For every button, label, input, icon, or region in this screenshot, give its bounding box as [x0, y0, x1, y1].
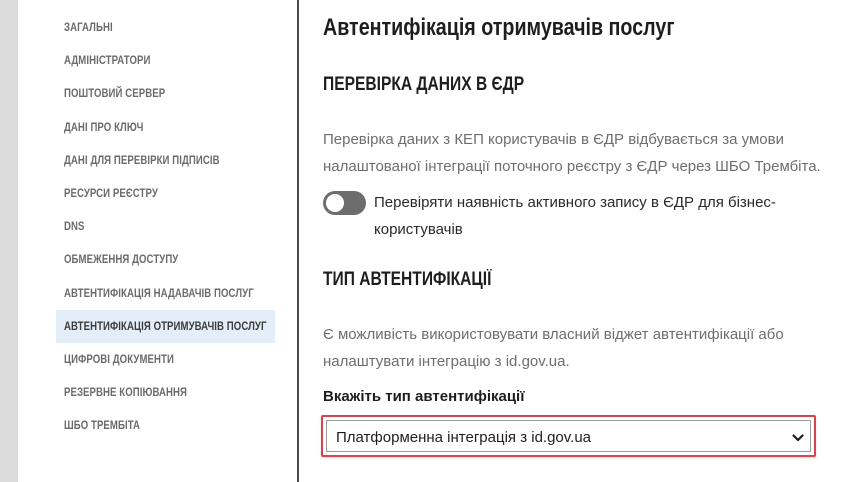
sidebar-nav: ЗАГАЛЬНІ АДМІНІСТРАТОРИ ПОШТОВИЙ СЕРВЕР … [56, 11, 275, 442]
edr-check-toggle[interactable] [323, 191, 366, 215]
sidebar-item-registry-resources[interactable]: РЕСУРСИ РЕЄСТРУ [56, 177, 275, 210]
auth-type-section-title: ТИП АВТЕНТИФІКАЦІЇ [323, 269, 492, 290]
window-edge [0, 0, 18, 482]
sidebar-item-key-data[interactable]: ДАНІ ПРО КЛЮЧ [56, 111, 275, 144]
sidebar-item-general[interactable]: ЗАГАЛЬНІ [56, 11, 275, 44]
edr-section-title: ПЕРЕВІРКА ДАНИХ В ЄДР [323, 74, 525, 95]
auth-type-select-value: Платформенна інтеграція з id.gov.ua [336, 429, 592, 446]
sidebar-item-administrators[interactable]: АДМІНІСТРАТОРИ [56, 44, 275, 77]
sidebar-item-digital-documents[interactable]: ЦИФРОВІ ДОКУМЕНТИ [56, 343, 275, 376]
auth-type-select[interactable]: Платформенна інтеграція з id.gov.ua [321, 415, 816, 457]
sidebar-item-provider-auth[interactable]: АВТЕНТИФІКАЦІЯ НАДАВАЧІВ ПОСЛУГ [56, 277, 275, 310]
edr-section-description: Перевірка даних з КЕП користувачів в ЄДР… [323, 131, 821, 175]
edr-check-toggle-label[interactable]: Перевіряти наявність активного запису в … [374, 189, 794, 243]
sidebar-item-recipient-auth[interactable]: АВТЕНТИФІКАЦІЯ ОТРИМУВАЧІВ ПОСЛУГ [56, 309, 275, 343]
page-title: Автентифікація отримувачів послуг [323, 14, 675, 41]
chevron-down-icon [792, 434, 804, 442]
toggle-knob [326, 194, 344, 212]
sidebar-item-dns[interactable]: DNS [56, 210, 275, 243]
settings-sidebar: ЗАГАЛЬНІ АДМІНІСТРАТОРИ ПОШТОВИЙ СЕРВЕР … [18, 0, 299, 482]
auth-type-select-box: Платформенна інтеграція з id.gov.ua [326, 420, 811, 452]
sidebar-item-trembita[interactable]: ШБО ТРЕМБІТА [56, 409, 275, 442]
sidebar-item-access-restrictions[interactable]: ОБМЕЖЕННЯ ДОСТУПУ [56, 243, 275, 276]
auth-type-field-label: Вкажіть тип автентифікації [323, 388, 525, 405]
auth-type-section-description: Є можливість використовувати власний від… [323, 326, 784, 370]
sidebar-item-mail-server[interactable]: ПОШТОВИЙ СЕРВЕР [56, 77, 275, 110]
sidebar-item-signature-verification[interactable]: ДАНІ ДЛЯ ПЕРЕВІРКИ ПІДПИСІВ [56, 144, 275, 177]
sidebar-item-backup[interactable]: РЕЗЕРВНЕ КОПІЮВАННЯ [56, 376, 275, 409]
